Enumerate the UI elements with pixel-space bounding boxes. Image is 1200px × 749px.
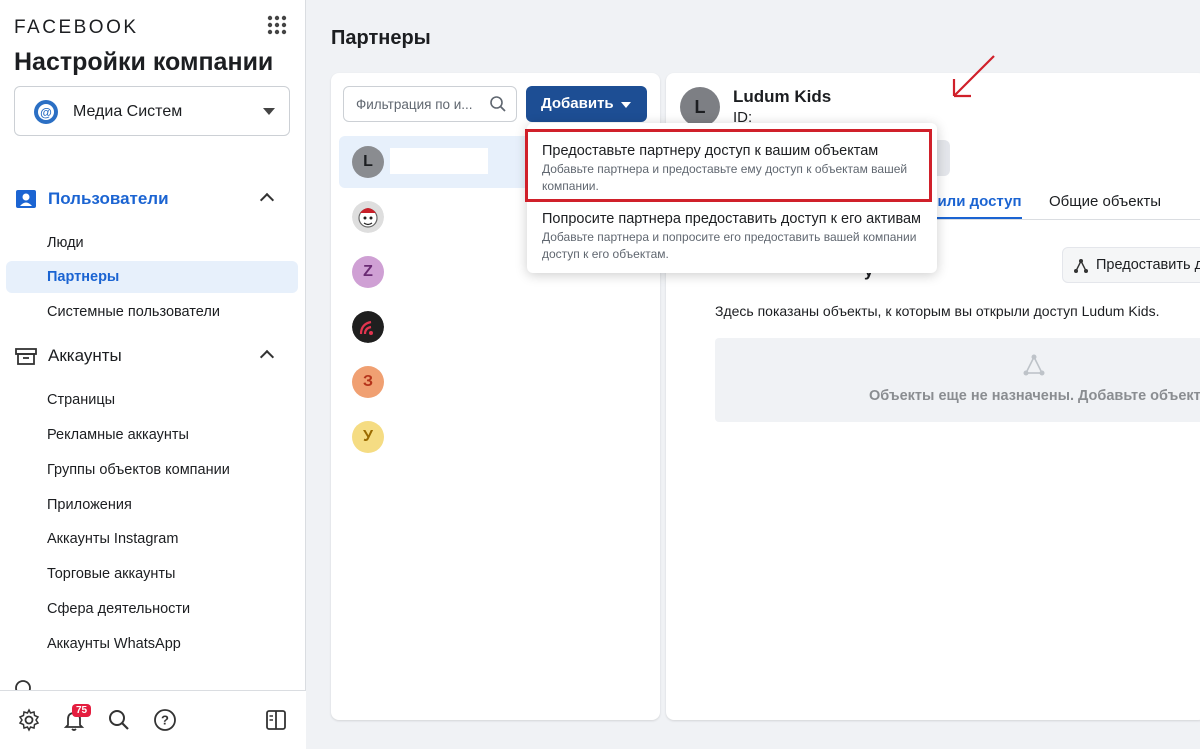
- svg-text:@: @: [40, 106, 52, 120]
- sidebar-item-label: Аккаунты WhatsApp: [47, 636, 181, 652]
- sidebar-item-label: Рекламные аккаунты: [47, 427, 189, 443]
- caret-down-icon: [621, 102, 631, 108]
- chevron-up-icon[interactable]: [259, 349, 275, 365]
- sidebar-item-apps[interactable]: Приложения: [6, 489, 298, 521]
- help-icon[interactable]: ?: [153, 708, 177, 732]
- sidebar-item-partners[interactable]: Партнеры: [6, 261, 298, 293]
- sidebar-item-label: Люди: [47, 235, 84, 251]
- page-title: Партнеры: [331, 27, 431, 49]
- avatar: З: [352, 366, 384, 398]
- business-selector[interactable]: @ Медиа Систем: [14, 86, 290, 136]
- sidebar-item-system-users[interactable]: Системные пользователи: [6, 296, 298, 328]
- chevron-up-icon[interactable]: [259, 192, 275, 208]
- search-icon[interactable]: [107, 708, 131, 732]
- partner-name: Ludum Kids: [733, 87, 832, 106]
- share-nodes-icon: [1023, 354, 1045, 376]
- section-users[interactable]: Пользователи: [0, 183, 306, 217]
- sidebar-item-label: Сфера деятельности: [47, 601, 191, 617]
- share-assets-button[interactable]: Предоставить д: [1062, 247, 1200, 283]
- avatar: [352, 311, 384, 343]
- facebook-logo: FACEBOOK: [14, 17, 139, 38]
- section-label: Пользователи: [48, 189, 169, 208]
- sidebar-footer: ?: [0, 690, 306, 749]
- annotation-arrow-icon: [952, 55, 995, 98]
- svg-text:?: ?: [161, 713, 169, 728]
- notification-count-badge: 75: [72, 704, 92, 717]
- sidebar-item-business-asset-groups[interactable]: Группы объектов компании: [6, 454, 298, 486]
- sidebar-item-instagram-accounts[interactable]: Аккаунты Instagram: [6, 523, 298, 555]
- business-name: Медиа Систем: [73, 103, 183, 120]
- annotation-highlight-box: [525, 129, 932, 202]
- panel-toggle-icon[interactable]: [264, 708, 288, 732]
- share-nodes-icon: [1074, 259, 1088, 273]
- sidebar-item-label: Страницы: [47, 392, 116, 408]
- sidebar-item-ad-accounts[interactable]: Рекламные аккаунты: [6, 419, 298, 451]
- tab-shared-objects[interactable]: Общие объекты: [1049, 193, 1161, 210]
- search-icon: [490, 96, 506, 112]
- avatar: L: [680, 87, 720, 127]
- share-button-label: Предоставить д: [1096, 257, 1200, 273]
- users-icon: [16, 190, 36, 208]
- sidebar-item-label: Торговые аккаунты: [47, 566, 176, 582]
- sidebar-item-label: Группы объектов компании: [47, 462, 230, 478]
- avatar: У: [352, 421, 384, 453]
- sidebar-item-commerce-accounts[interactable]: Торговые аккаунты: [6, 558, 298, 590]
- avatar: L: [352, 146, 384, 178]
- sidebar-item-label: Системные пользователи: [47, 304, 220, 320]
- accounts-box-icon: [15, 348, 37, 365]
- avatar: [352, 201, 384, 233]
- page-title-company-settings: Настройки компании: [14, 48, 274, 76]
- sidebar-item-line-of-business[interactable]: Сфера деятельности: [6, 593, 298, 625]
- sidebar-item-pages[interactable]: Страницы: [6, 384, 298, 416]
- partner-row[interactable]: [339, 301, 652, 353]
- business-logo-icon: @: [34, 100, 58, 124]
- section-label: Аккаунты: [48, 346, 122, 365]
- assets-description: Здесь показаны объекты, к которым вы отк…: [715, 303, 1160, 319]
- chevron-down-icon: [263, 108, 275, 115]
- add-partner-button[interactable]: Добавить: [526, 86, 647, 122]
- sidebar: FACEBOOK Настройки компании @ Медиа Сист…: [0, 0, 306, 749]
- partner-row[interactable]: У: [339, 411, 652, 463]
- settings-icon[interactable]: [17, 708, 41, 732]
- partner-row[interactable]: З: [339, 356, 652, 408]
- avatar: Z: [352, 256, 384, 288]
- sidebar-item-people[interactable]: Люди: [6, 227, 298, 259]
- sidebar-item-label: Аккаунты Instagram: [47, 531, 179, 547]
- redacted-name: [390, 148, 488, 174]
- empty-state-message: Объекты еще не назначены. Добавьте объек…: [869, 388, 1200, 404]
- clipped-section-icon: [15, 680, 31, 690]
- section-accounts[interactable]: Аккаунты: [0, 340, 306, 374]
- tab-shared-access[interactable]: зили доступ: [930, 193, 1022, 210]
- empty-state: Объекты еще не назначены. Добавьте объек…: [715, 338, 1200, 422]
- sidebar-item-whatsapp-accounts[interactable]: Аккаунты WhatsApp: [6, 628, 298, 660]
- menu-item-title: Попросите партнера предоставить доступ к…: [542, 211, 922, 227]
- menu-item-description: Добавьте партнера и попросите его предос…: [542, 230, 917, 261]
- menu-item-request-assets[interactable]: Попросите партнера предоставить доступ к…: [527, 199, 937, 273]
- sidebar-item-label: Партнеры: [47, 269, 120, 285]
- sidebar-item-label: Приложения: [47, 497, 132, 513]
- add-button-label: Добавить: [541, 95, 614, 112]
- apps-grid-icon[interactable]: [266, 14, 288, 36]
